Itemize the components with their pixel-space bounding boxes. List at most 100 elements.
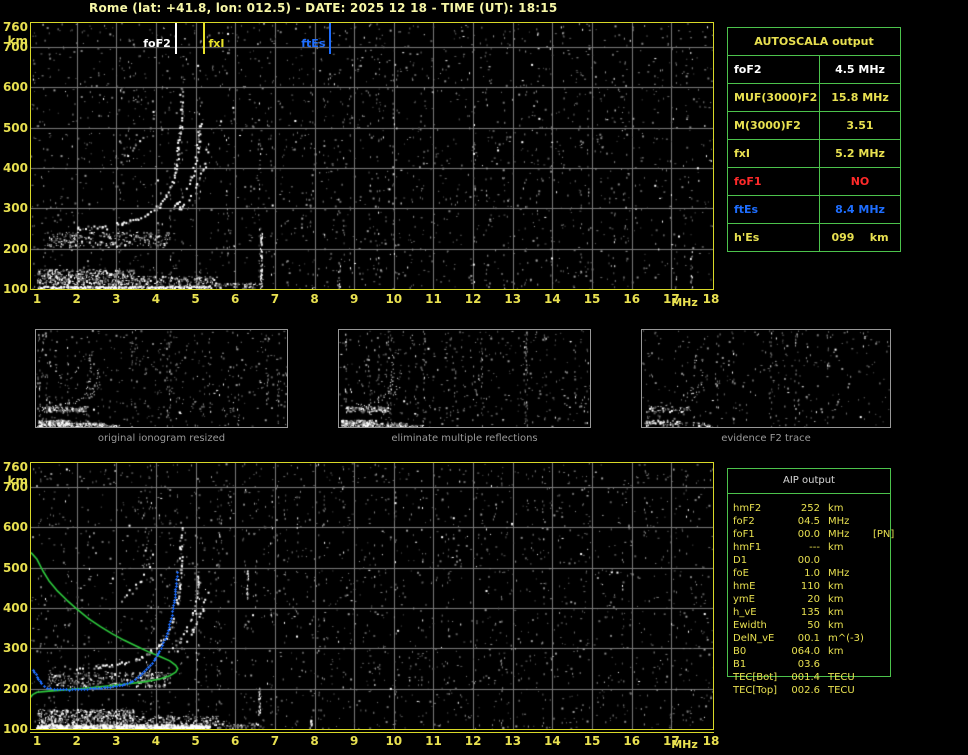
y-tick: 100: [2, 722, 28, 736]
aip-row: B1 03.6: [733, 658, 890, 671]
y-tick: 600: [2, 80, 28, 95]
marker-ftEs-label: ftEs: [301, 37, 326, 50]
aip-row-unit: TECU: [828, 685, 855, 696]
x-tick: 14: [544, 292, 561, 306]
x-tick: 4: [151, 292, 161, 306]
aip-row-value: 135: [800, 607, 820, 618]
aip-row-unit: km: [828, 542, 844, 553]
panel-evidence-canvas: [642, 330, 890, 427]
aip-row-value: 50: [807, 620, 820, 631]
y-tick: 400: [2, 161, 28, 176]
table-row: foF2 4.5 MHz: [727, 55, 901, 84]
x-tick: 5: [191, 734, 200, 748]
aip-row-unit: km: [828, 646, 844, 657]
aip-row-note: [871, 593, 890, 606]
aip-row-unit: MHz: [828, 516, 850, 527]
aip-row-note: [871, 554, 890, 567]
aip-row-value: 064.0: [791, 646, 820, 657]
aip-row-note: [871, 606, 890, 619]
x-tick: 13: [504, 734, 522, 748]
panel-original-caption: original ionogram resized: [97, 433, 226, 444]
table-row: MUF(3000)F2 15.8 MHz: [727, 83, 901, 112]
aip-row-value: ---: [809, 542, 820, 553]
aip-row-label: B1: [733, 659, 747, 670]
aip-row-unit: km: [828, 620, 844, 631]
y-tick: 500: [2, 560, 28, 575]
aip-row-value: 00.0: [797, 555, 820, 566]
autoscala-output-table: AUTOSCALA output foF2 4.5 MHz MUF(3000)F2 15…: [727, 27, 901, 252]
aip-row-note: [871, 541, 890, 554]
aip-row: Ewidth 50 km: [733, 619, 890, 632]
panel-evidence-caption: evidence F2 trace: [721, 433, 811, 444]
x-tick: 11: [425, 734, 442, 748]
aip-row-note: [871, 632, 890, 645]
y-unit-label: km: [7, 474, 28, 488]
x-tick: 3: [112, 292, 121, 306]
aip-row-value: 03.6: [797, 659, 820, 670]
x-tick: 10: [385, 734, 403, 748]
autoscala-row-label: ftEs: [727, 195, 820, 224]
aip-row-label: foE: [733, 568, 749, 579]
aip-row-label: h_vE: [733, 607, 757, 618]
autoscala-row-value: 8.4 MHz: [819, 195, 901, 224]
autoscala-app-window: Rome (lat: +41.8, lon: 012.5) - DATE: 20…: [0, 0, 968, 755]
aip-row-value: 04.5: [797, 516, 820, 527]
aip-row: foF2 04.5 MHz: [733, 515, 890, 528]
autoscala-row-value: NO: [819, 167, 901, 196]
aip-row-value: 252: [800, 503, 820, 514]
marker-ftEs-line: [329, 23, 332, 54]
x-tick: 12: [464, 734, 482, 748]
x-tick: 2: [72, 734, 81, 748]
aip-row-unit: TECU: [828, 672, 855, 683]
y-tick: 300: [2, 641, 28, 656]
panel-eliminate-reflections: [338, 329, 591, 428]
aip-row-unit: km: [828, 594, 844, 605]
aip-row-label: hmF2: [733, 503, 762, 514]
aip-row-label: TEC[Top]: [733, 685, 778, 696]
x-tick: 11: [425, 292, 442, 306]
aip-row-note: [871, 580, 890, 593]
table-row: foF1 NO: [727, 167, 901, 196]
x-tick: 3: [112, 734, 121, 748]
panel-eliminate-caption: eliminate multiple reflections: [391, 433, 538, 444]
x-tick: 10: [385, 292, 403, 306]
aip-row-value: 001.4: [791, 672, 820, 683]
aip-row-unit: [825, 658, 871, 671]
aip-row-label: B0: [733, 646, 747, 657]
x-tick: 6: [231, 292, 240, 306]
aip-row-unit: MHz: [828, 529, 850, 540]
aip-row-value: 00.0: [797, 529, 820, 540]
x-tick: 15: [583, 292, 601, 306]
autoscala-row-label: fxI: [727, 139, 820, 168]
aip-row-unit: km: [828, 607, 844, 618]
x-tick: 1: [32, 734, 42, 748]
aip-row-note: [871, 502, 890, 515]
autoscala-row-value: 099 km: [819, 223, 901, 252]
x-tick: 1: [32, 292, 42, 306]
panel-original-canvas: [36, 330, 287, 427]
x-tick: 7: [270, 734, 280, 748]
aip-row-note: [871, 567, 890, 580]
marker-foF2-label: foF2: [143, 37, 171, 50]
x-tick: 15: [583, 734, 601, 748]
aip-row: DelN_vE 00.1 m^(-3): [733, 632, 890, 645]
y-unit-label: km: [7, 34, 28, 48]
x-tick: 8: [310, 734, 319, 748]
aip-row-note: [871, 619, 890, 632]
marker-fxI-label: fxI: [208, 37, 225, 50]
x-tick: 16: [623, 292, 641, 306]
aip-row-unit: m^(-3): [828, 633, 864, 644]
aip-row-label: foF1: [733, 529, 755, 540]
aip-row-note: [871, 515, 890, 528]
aip-output-title: AIP output: [728, 469, 890, 494]
table-row: h'Es 099 km: [727, 223, 901, 252]
aip-row-note: [871, 645, 890, 658]
top-ionogram-canvas: [31, 23, 713, 289]
y-tick: 600: [2, 520, 28, 535]
aip-row: foE 1.0 MHz: [733, 567, 890, 580]
aip-row-label: Ewidth: [733, 620, 767, 631]
aip-row: hmF1 --- km: [733, 541, 890, 554]
aip-row-note: [871, 684, 890, 697]
autoscala-row-value: 4.5 MHz: [819, 55, 901, 84]
x-tick: 14: [544, 734, 561, 748]
